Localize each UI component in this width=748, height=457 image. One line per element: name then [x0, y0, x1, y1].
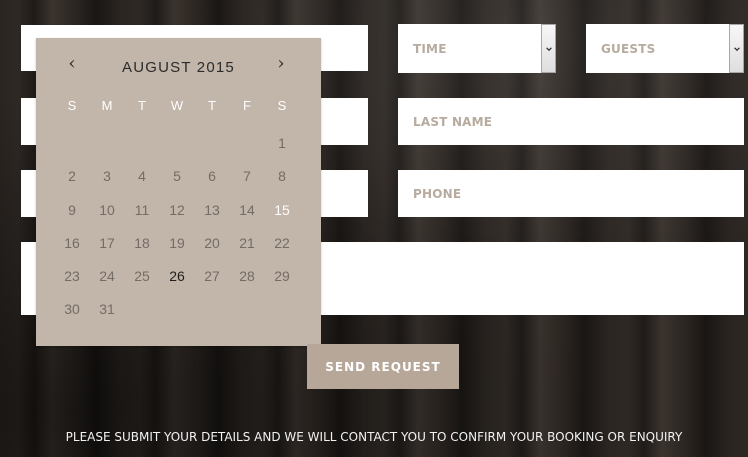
footer-note: PLEASE SUBMIT YOUR DETAILS AND WE WILL C…: [65, 430, 683, 444]
calendar-day[interactable]: 2: [57, 169, 87, 183]
calendar-day[interactable]: 20: [197, 236, 227, 250]
datepicker-popup: ‹ AUGUST 2015 › SMTWTFS 1 2 3 4 5 6 7 8 9 10 11 12 1…: [36, 38, 321, 346]
calendar-day[interactable]: 9: [57, 203, 87, 217]
time-select[interactable]: TIME: [398, 24, 556, 73]
calendar-day[interactable]: 5: [162, 169, 192, 183]
weekday-header: F: [243, 98, 251, 113]
calendar-day[interactable]: 26: [162, 269, 192, 283]
guests-select-value: GUESTS: [601, 41, 656, 56]
weekday-header: S: [67, 98, 77, 113]
calendar-day[interactable]: 25: [127, 269, 157, 283]
calendar-day[interactable]: 31: [92, 302, 122, 316]
calendar-day[interactable]: 29: [267, 269, 297, 283]
calendar-day[interactable]: 4: [127, 169, 157, 183]
calendar-day[interactable]: 15: [267, 203, 297, 217]
calendar-day[interactable]: 11: [127, 203, 157, 217]
time-select-value: TIME: [413, 41, 447, 56]
chevron-right-icon[interactable]: ›: [270, 54, 292, 74]
weekday-header: W: [170, 98, 184, 113]
weekday-header: T: [208, 98, 216, 113]
calendar-day[interactable]: 18: [127, 236, 157, 250]
calendar-day[interactable]: 16: [57, 236, 87, 250]
calendar-day[interactable]: 22: [267, 236, 297, 250]
send-request-button[interactable]: SEND REQUEST: [307, 344, 459, 389]
last-name-field[interactable]: LAST NAME: [398, 98, 744, 145]
calendar-day[interactable]: 12: [162, 203, 192, 217]
chevron-down-icon[interactable]: [541, 24, 556, 73]
calendar-day[interactable]: 6: [197, 169, 227, 183]
calendar-day[interactable]: 21: [232, 236, 262, 250]
chevron-down-icon[interactable]: [729, 24, 744, 73]
phone-field[interactable]: PHONE: [398, 170, 744, 217]
calendar-day[interactable]: 27: [197, 269, 227, 283]
calendar-day[interactable]: 19: [162, 236, 192, 250]
calendar-day[interactable]: 8: [267, 169, 297, 183]
calendar-day[interactable]: 1: [267, 136, 297, 150]
calendar-day[interactable]: 14: [232, 203, 262, 217]
calendar-day[interactable]: 17: [92, 236, 122, 250]
calendar-day[interactable]: 24: [92, 269, 122, 283]
calendar-day[interactable]: 30: [57, 302, 87, 316]
weekday-header: T: [138, 98, 146, 113]
guests-select[interactable]: GUESTS: [586, 24, 744, 73]
calendar-day[interactable]: 3: [92, 169, 122, 183]
calendar-day[interactable]: 28: [232, 269, 262, 283]
phone-placeholder: PHONE: [413, 186, 462, 201]
calendar-day[interactable]: 23: [57, 269, 87, 283]
weekday-header: M: [101, 98, 113, 113]
calendar-day[interactable]: 13: [197, 203, 227, 217]
last-name-placeholder: LAST NAME: [413, 114, 493, 129]
weekday-header: S: [277, 98, 287, 113]
calendar-day[interactable]: 10: [92, 203, 122, 217]
calendar-day[interactable]: 7: [232, 169, 262, 183]
